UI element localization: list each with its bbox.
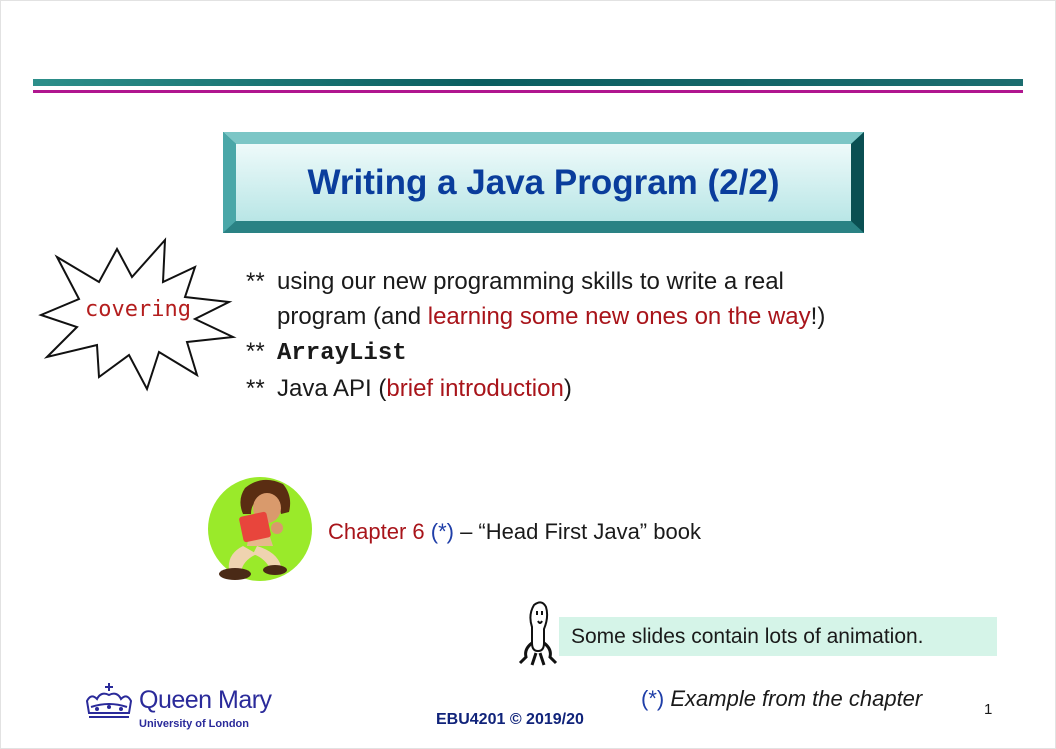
bullet-list: ** using our new programming skills to w… bbox=[246, 264, 866, 406]
bullet-text: ) bbox=[563, 375, 572, 402]
bullet-item: ** using our new programming skills to w… bbox=[246, 264, 866, 334]
example-note: (*) Example from the chapter bbox=[641, 686, 922, 712]
university-subtitle: University of London bbox=[139, 718, 249, 730]
title-box: Writing a Java Program (2/2) bbox=[223, 132, 864, 233]
bullet-marker: ** bbox=[246, 268, 265, 295]
bullet-item: ** ArrayList bbox=[246, 334, 866, 371]
bullet-text: Java API ( bbox=[277, 375, 387, 402]
bullet-marker: ** bbox=[246, 375, 265, 402]
chapter-label: Chapter 6 bbox=[328, 519, 425, 544]
slide-title: Writing a Java Program (2/2) bbox=[307, 162, 780, 202]
bullet-highlight: learning some new ones on the way bbox=[427, 303, 811, 330]
bullet-highlight: brief introduction bbox=[386, 375, 564, 402]
chapter-reference: Chapter 6 (*) – “Head First Java” book bbox=[328, 519, 701, 545]
reading-person-icon bbox=[208, 477, 312, 581]
example-text: Example from the chapter bbox=[670, 686, 923, 711]
course-code: EBU4201 © 2019/20 bbox=[436, 711, 584, 728]
burst-label: covering bbox=[85, 297, 191, 322]
bullet-code: ArrayList bbox=[277, 340, 407, 367]
chapter-marker: (*) bbox=[430, 519, 454, 544]
bullet-item: ** Java API (brief introduction) bbox=[246, 371, 866, 406]
header-bar-magenta bbox=[33, 90, 1023, 93]
bullet-marker: ** bbox=[246, 338, 265, 365]
bullet-text: !) bbox=[810, 303, 826, 330]
queen-mary-crest-icon bbox=[85, 683, 133, 718]
example-marker: (*) bbox=[641, 686, 665, 711]
page-number: 1 bbox=[984, 701, 993, 718]
university-name: Queen Mary bbox=[139, 686, 272, 714]
chapter-book: – “Head First Java” book bbox=[453, 519, 701, 544]
slide-frame: Writing a Java Program (2/2) covering **… bbox=[0, 0, 1056, 749]
stick-figure-icon bbox=[518, 601, 558, 666]
header-bar-teal bbox=[33, 79, 1023, 86]
animation-note: Some slides contain lots of animation. bbox=[559, 617, 997, 656]
